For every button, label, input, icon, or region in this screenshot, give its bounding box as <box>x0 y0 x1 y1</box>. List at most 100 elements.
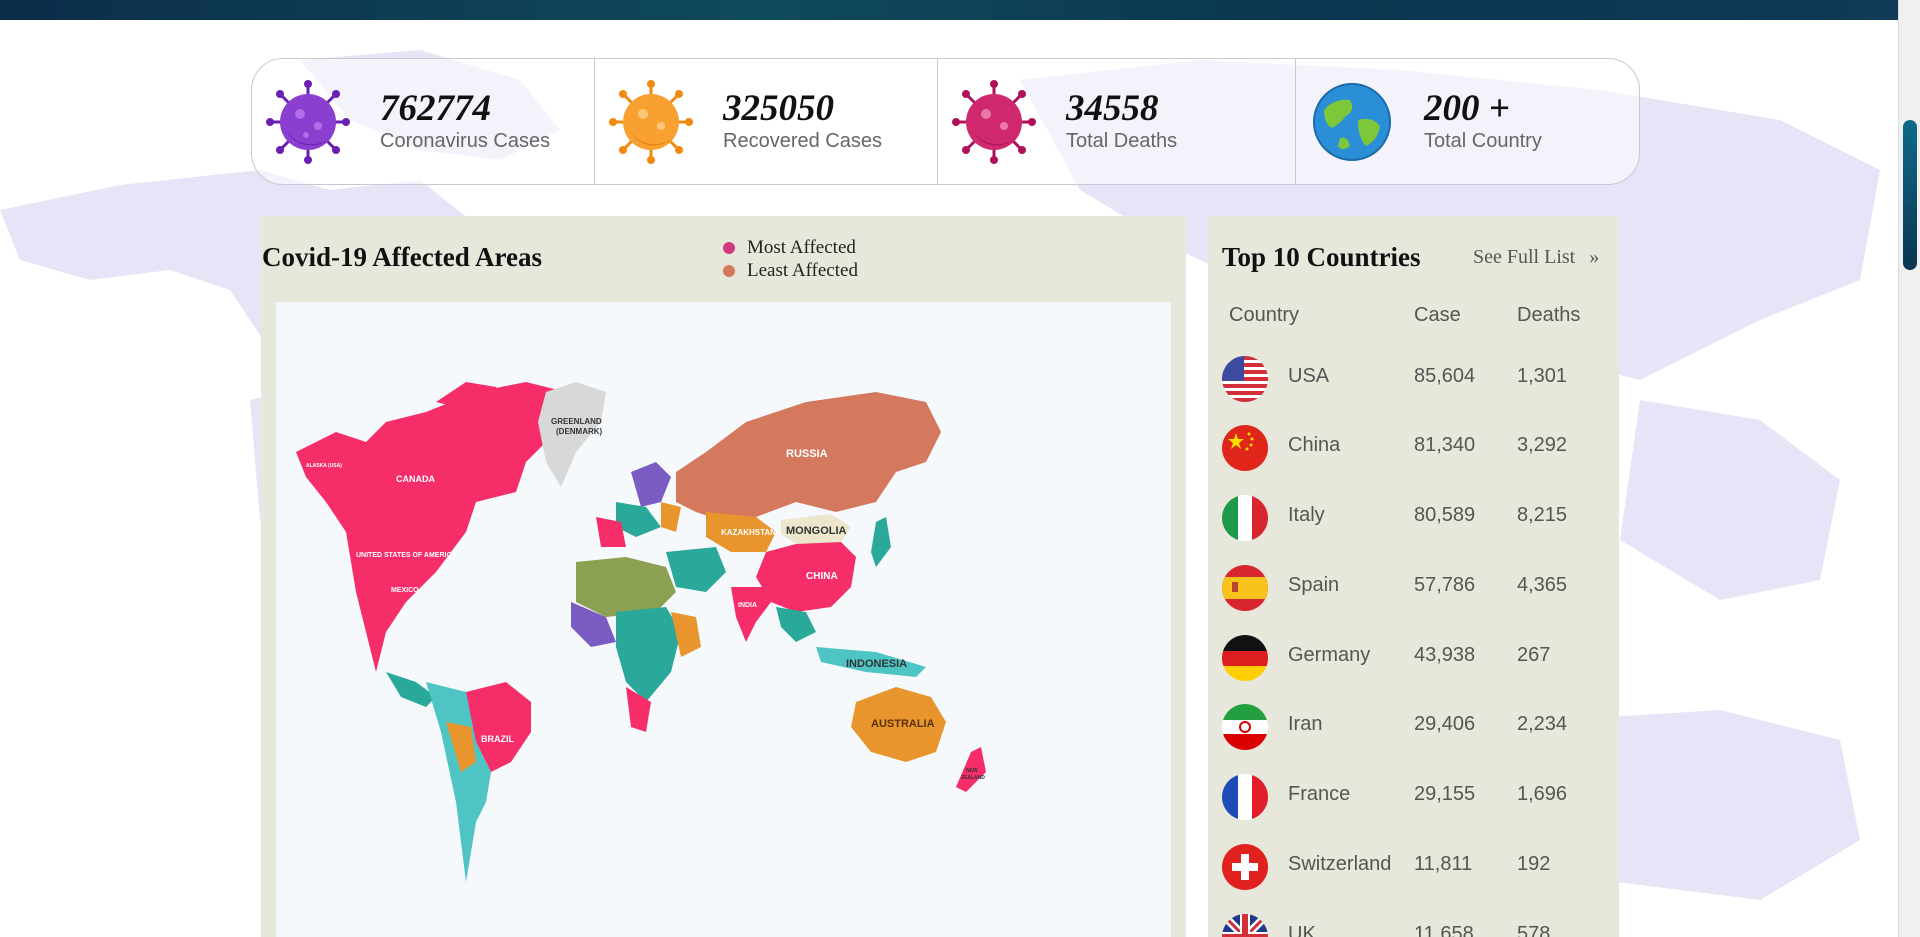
region-southeast-asia[interactable] <box>776 607 816 642</box>
col-deaths: Deaths <box>1517 304 1581 326</box>
scrollbar-thumb[interactable] <box>1903 120 1917 270</box>
legend-label: Most Affected <box>747 236 856 258</box>
region-india[interactable] <box>731 587 771 642</box>
top-banner-strip <box>0 0 1898 20</box>
map-label-brazil: BRAZIL <box>481 734 514 744</box>
country-name: Iran <box>1288 713 1323 735</box>
stat-value: 34558 <box>1066 88 1159 129</box>
stat-total-deaths: 34558 Total Deaths <box>938 59 1296 184</box>
stat-value: 762774 <box>380 88 491 129</box>
country-name: Spain <box>1288 574 1340 596</box>
world-map-svg: ALASKA (USA) CANADA UNITED STATES OF AME… <box>296 382 986 882</box>
legend-least-affected: Least Affected <box>723 259 858 282</box>
map-label-alaska: ALASKA (USA) <box>306 463 342 469</box>
world-map[interactable]: ALASKA (USA) CANADA UNITED STATES OF AME… <box>276 302 1171 937</box>
country-deaths: 8,215 <box>1517 504 1568 526</box>
uk-flag-icon <box>1222 914 1268 937</box>
map-legend: Most Affected Least Affected <box>723 236 858 282</box>
country-name: China <box>1288 434 1341 456</box>
country-name: Germany <box>1288 644 1371 666</box>
table-row[interactable]: China 81,340 3,292 <box>1208 416 1619 486</box>
table-row[interactable]: France 29,155 1,696 <box>1208 765 1619 835</box>
country-name: Switzerland <box>1288 853 1392 875</box>
country-case: 80,589 <box>1414 504 1476 526</box>
switzerland-flag-icon <box>1222 844 1268 890</box>
china-flag-icon <box>1222 425 1268 471</box>
country-deaths: 2,234 <box>1517 713 1568 735</box>
map-label-mexico: MEXICO <box>391 587 419 594</box>
affected-areas-panel: Covid-19 Affected Areas Most Affected Le… <box>261 216 1186 937</box>
stat-label: Recovered Cases <box>723 130 882 152</box>
country-name: UK <box>1288 923 1316 937</box>
country-case: 43,938 <box>1414 644 1476 666</box>
spain-flag-icon <box>1222 565 1268 611</box>
page-scrollbar[interactable] <box>1898 0 1920 937</box>
country-case: 29,155 <box>1414 783 1476 805</box>
region-europe-1[interactable] <box>631 462 671 507</box>
orange-virus-icon <box>609 79 693 164</box>
region-north-america[interactable] <box>296 382 576 672</box>
stat-value: 200 + <box>1424 88 1510 129</box>
top-countries-title: Top 10 Countries <box>1222 242 1421 272</box>
map-label-greenland-sub: (DENMARK) <box>556 427 603 436</box>
region-middle-east[interactable] <box>666 547 726 592</box>
country-case: 29,406 <box>1414 713 1476 735</box>
france-flag-icon <box>1222 774 1268 820</box>
country-case: 57,786 <box>1414 574 1476 596</box>
legend-dot-least <box>723 264 735 277</box>
stat-label: Total Deaths <box>1066 130 1178 152</box>
stat-coronavirus-cases: 762774 Coronavirus Cases <box>252 59 595 184</box>
see-full-list-link[interactable]: See Full List » <box>1473 246 1599 269</box>
stat-value: 325050 <box>723 88 834 129</box>
country-case: 11,658 <box>1414 923 1474 937</box>
map-label-india: INDIA <box>738 602 757 609</box>
table-row[interactable]: Germany 43,938 267 <box>1208 626 1619 696</box>
country-deaths: 3,292 <box>1517 434 1568 456</box>
region-africa-central[interactable] <box>616 607 681 702</box>
usa-flag-icon <box>1222 356 1268 402</box>
table-row[interactable]: Iran 29,406 2,234 <box>1208 695 1619 765</box>
map-label-new-zealand-1: NEW <box>966 768 978 774</box>
country-deaths: 1,696 <box>1517 783 1568 805</box>
purple-virus-icon <box>266 79 350 164</box>
region-europe-4[interactable] <box>661 502 681 532</box>
map-label-canada: CANADA <box>396 474 435 484</box>
map-title: Covid-19 Affected Areas <box>262 242 542 272</box>
top-countries-panel: Top 10 Countries See Full List» Country … <box>1208 216 1619 937</box>
table-row[interactable]: Spain 57,786 4,365 <box>1208 556 1619 626</box>
table-row[interactable]: Switzerland 11,811 192 <box>1208 835 1619 905</box>
table-row[interactable]: USA 85,604 1,301 <box>1208 347 1619 417</box>
legend-most-affected: Most Affected <box>723 236 858 259</box>
map-label-usa: UNITED STATES OF AMERICA <box>356 552 457 559</box>
globe-icon <box>1313 82 1391 161</box>
country-name: Italy <box>1288 504 1325 526</box>
col-country: Country <box>1229 304 1300 326</box>
map-label-mongolia: MONGOLIA <box>786 525 847 537</box>
region-japan[interactable] <box>871 517 891 567</box>
map-label-new-zealand-2: ZEALAND <box>961 775 985 781</box>
country-deaths: 192 <box>1517 853 1551 875</box>
stats-bar: 762774 Coronavirus Cases 325050 Recovere… <box>251 58 1640 185</box>
country-deaths: 4,365 <box>1517 574 1568 596</box>
country-deaths: 1,301 <box>1517 365 1568 387</box>
legend-dot-most <box>723 241 735 254</box>
country-deaths: 267 <box>1517 644 1551 666</box>
legend-label: Least Affected <box>747 259 858 281</box>
double-chevron-right-icon: » <box>1589 246 1600 268</box>
see-full-list-label: See Full List <box>1473 246 1576 268</box>
map-label-indonesia: INDONESIA <box>846 658 907 670</box>
germany-flag-icon <box>1222 635 1268 681</box>
stat-total-country: 200 + Total Country <box>1296 59 1639 184</box>
table-row[interactable]: Italy 80,589 8,215 <box>1208 486 1619 556</box>
map-label-greenland: GREENLAND <box>551 417 602 426</box>
table-row[interactable]: UK 11,658 578 <box>1208 905 1619 937</box>
map-label-australia: AUSTRALIA <box>871 718 935 730</box>
col-case: Case <box>1414 304 1461 326</box>
country-case: 85,604 <box>1414 365 1476 387</box>
iran-flag-icon <box>1222 704 1268 750</box>
country-name: France <box>1288 783 1351 805</box>
crimson-virus-icon <box>952 79 1036 164</box>
italy-flag-icon <box>1222 495 1268 541</box>
country-deaths: 578 <box>1517 923 1551 937</box>
country-case: 81,340 <box>1414 434 1476 456</box>
